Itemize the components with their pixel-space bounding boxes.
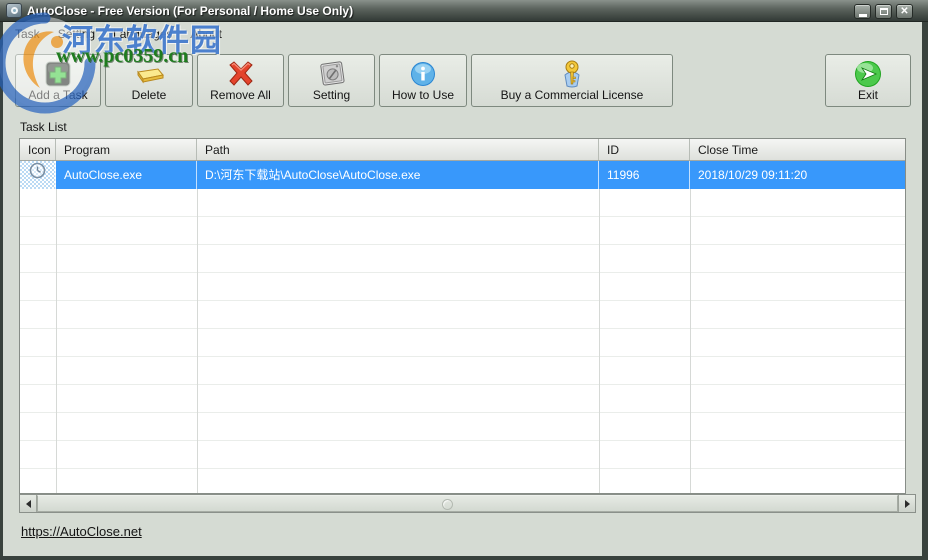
task-table: Icon Program Path ID Close Time AutoClos… [19,138,906,494]
add-a-task-button[interactable]: Add a Task [15,54,101,107]
window-controls: ✕ [854,4,913,19]
close-button[interactable]: ✕ [896,4,913,19]
column-gridline [197,161,198,493]
remove-all-button[interactable]: Remove All [197,54,284,107]
menubar: Task Setting Languages About [3,22,922,45]
delete-icon [131,59,167,89]
task-list-label: Task List [20,120,67,134]
menu-item-languages[interactable]: Languages [104,24,181,44]
scrollbar-thumb[interactable] [37,495,898,512]
toolbar: Add a Task Delete Remove All Setting How… [15,54,911,107]
column-header-program[interactable]: Program [56,139,197,160]
maximize-button[interactable] [875,4,892,19]
task-close-time: 2018/10/29 09:11:20 [698,168,808,182]
clock-icon [29,161,46,189]
app-icon [6,3,22,18]
task-id: 11996 [599,161,690,189]
menu-item-setting[interactable]: Setting [49,24,104,44]
column-header-id[interactable]: ID [599,139,690,160]
button-label: Remove All [210,88,271,102]
autoclose-website-link[interactable]: https://AutoClose.net [21,524,142,539]
setting-button[interactable]: Setting [288,54,375,107]
column-gridline [690,161,691,493]
task-path: D:\河东下载站\AutoClose\AutoClose.exe [197,161,599,189]
exit-button[interactable]: Exit [825,54,911,107]
add-task-icon [43,59,73,89]
buy-license-icon [557,59,587,89]
scroll-left-button[interactable] [20,495,37,512]
button-label: How to Use [391,88,455,102]
app-window: AutoClose - Free Version (For Personal /… [0,0,928,560]
column-header-icon[interactable]: Icon [20,139,56,160]
button-label: Delete [131,88,167,102]
arrow-left-icon [22,499,31,508]
table-header: Icon Program Path ID Close Time [20,139,905,161]
column-header-path[interactable]: Path [197,139,599,160]
delete-button[interactable]: Delete [105,54,193,107]
how-to-use-button[interactable]: How to Use [379,54,467,107]
setting-icon [317,59,347,89]
maximize-icon [879,8,888,15]
exit-icon [853,59,883,89]
button-label: Add a Task [28,88,88,102]
menu-item-task[interactable]: Task [6,24,49,44]
column-gridline [599,161,600,493]
remove-all-icon [226,59,256,89]
app-icon-lens [10,7,18,14]
titlebar: AutoClose - Free Version (For Personal /… [0,0,928,22]
window-title: AutoClose - Free Version (For Personal /… [27,3,354,18]
how-to-use-icon [409,59,437,89]
horizontal-scrollbar[interactable] [19,494,916,513]
table-body[interactable]: AutoClose.exe D:\河东下载站\AutoClose\AutoClo… [20,161,905,493]
close-icon: ✕ [900,5,909,17]
arrow-right-icon [904,499,914,508]
button-label: Setting [312,88,351,102]
task-icon-cell [20,161,56,189]
column-gridline [56,161,57,493]
minimize-button[interactable] [854,4,871,19]
minimize-icon [858,13,867,17]
column-header-close-time[interactable]: Close Time [690,139,905,160]
menu-item-about[interactable]: About [181,24,230,44]
client-area: Task Setting Languages About Add a Task [3,22,922,556]
scroll-right-button[interactable] [898,495,915,512]
button-label: Exit [857,88,878,102]
buy-commercial-license-button[interactable]: Buy a Commercial License [471,54,673,107]
task-program: AutoClose.exe [56,161,197,189]
table-row[interactable]: AutoClose.exe D:\河东下载站\AutoClose\AutoClo… [20,161,905,189]
button-label: Buy a Commercial License [500,88,644,102]
